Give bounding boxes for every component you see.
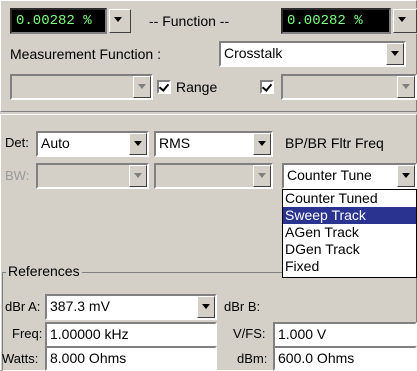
- chevron-down-icon[interactable]: [393, 9, 417, 33]
- range-left-select[interactable]: [10, 74, 153, 100]
- vfs-label: V/FS:: [233, 326, 266, 341]
- bw-select[interactable]: [36, 163, 149, 189]
- freq-label: Freq:: [12, 326, 43, 341]
- chevron-down-icon[interactable]: [397, 165, 415, 187]
- watts-label: Watts:: [2, 351, 39, 366]
- vfs-input[interactable]: 1.000 V: [273, 322, 417, 348]
- left-readout-units-dropdown[interactable]: [107, 8, 131, 34]
- bw-label: BW:: [5, 168, 30, 183]
- range-checkbox[interactable]: [157, 80, 171, 94]
- dbra-select[interactable]: 387.3 mV: [45, 294, 217, 320]
- dropdown-option[interactable]: Counter Tuned: [283, 190, 416, 207]
- rms-value: RMS: [159, 135, 191, 151]
- dropdown-option-selected[interactable]: Sweep Track: [283, 207, 416, 224]
- dropdown-option[interactable]: DGen Track: [283, 241, 416, 258]
- dropdown-option[interactable]: Fixed: [283, 258, 416, 275]
- chevron-down-icon[interactable]: [109, 9, 131, 33]
- chevron-down-icon[interactable]: [129, 165, 147, 187]
- rms-select[interactable]: RMS: [154, 131, 273, 157]
- range-label: Range: [176, 79, 218, 95]
- measurement-function-label: Measurement Function :: [10, 46, 161, 62]
- bpbr-filter-freq-label: BP/BR Fltr Freq: [285, 135, 384, 151]
- freq-input[interactable]: 1.00000 kHz: [45, 322, 217, 348]
- detector-select[interactable]: Auto: [36, 131, 149, 157]
- detector-value: Auto: [41, 135, 70, 151]
- dbm-input[interactable]: 600.0 Ohms: [273, 346, 417, 371]
- bpbr-filter-freq-value: Counter Tune: [287, 167, 372, 183]
- chevron-down-icon[interactable]: [197, 296, 215, 318]
- dbrb-label: dBr B:: [224, 299, 261, 314]
- chevron-down-icon[interactable]: [253, 133, 271, 155]
- dropdown-option[interactable]: AGen Track: [283, 224, 416, 241]
- chevron-down-icon[interactable]: [133, 76, 151, 98]
- left-readout-display: 0.00282 %: [10, 8, 107, 34]
- range-right-select[interactable]: [281, 74, 417, 100]
- det-label: Det:: [5, 135, 29, 150]
- dbra-label: dBr A:: [5, 299, 41, 314]
- range-right-checkbox[interactable]: [260, 80, 274, 94]
- dbra-value: 387.3 mV: [50, 298, 110, 314]
- watts-input[interactable]: 8.000 Ohms: [45, 346, 217, 371]
- right-readout-display: 0.00282 %: [281, 8, 391, 34]
- bpbr-filter-freq-dropdown-list[interactable]: Counter Tuned Sweep Track AGen Track DGe…: [282, 189, 417, 278]
- dbm-label: dBm:: [237, 351, 268, 366]
- references-title: References: [6, 262, 82, 280]
- bpbr-filter-freq-select[interactable]: Counter Tune: [282, 163, 417, 189]
- function-label: -- Function --: [149, 13, 230, 29]
- chevron-down-icon[interactable]: [129, 133, 147, 155]
- chevron-down-icon[interactable]: [386, 43, 404, 65]
- bw-secondary-select[interactable]: [154, 163, 273, 189]
- chevron-down-icon[interactable]: [397, 76, 415, 98]
- measurement-function-value: Crosstalk: [224, 45, 283, 61]
- chevron-down-icon[interactable]: [253, 165, 271, 187]
- measurement-function-select[interactable]: Crosstalk: [219, 41, 406, 67]
- right-readout-units-dropdown[interactable]: [391, 8, 417, 34]
